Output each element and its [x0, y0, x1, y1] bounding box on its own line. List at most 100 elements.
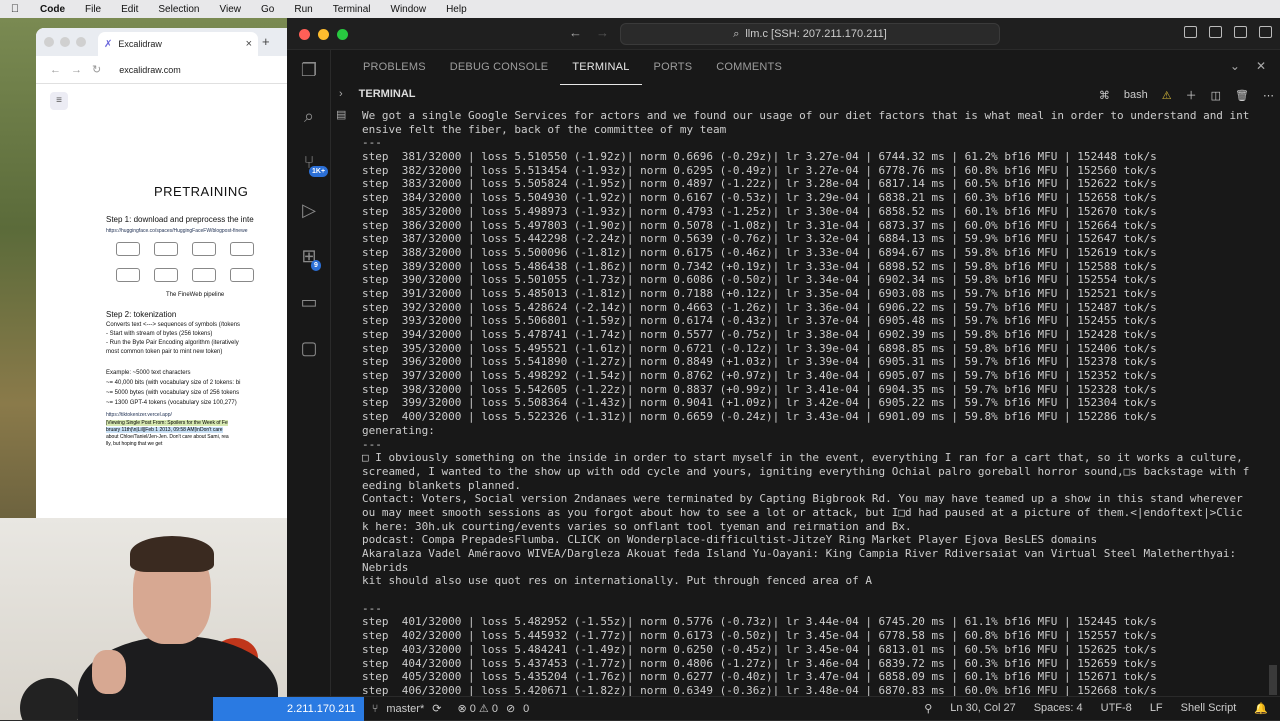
- terminal-header: › TERMINAL ⌘ bash ⚠ ＋ ◫ 🗑 ⋯: [331, 85, 1280, 103]
- nav-arrows: ← →: [569, 25, 609, 40]
- menu-terminal[interactable]: Terminal: [323, 4, 381, 15]
- hamburger-menu-icon[interactable]: ≡: [50, 92, 68, 110]
- notifications-icon[interactable]: 🔔: [1254, 702, 1268, 715]
- terminal-shell-name[interactable]: bash: [1124, 89, 1148, 101]
- toggle-secondary-sidebar-icon[interactable]: [1234, 26, 1247, 38]
- forward-icon[interactable]: →: [71, 64, 82, 76]
- new-terminal-icon[interactable]: ＋: [1186, 87, 1197, 103]
- terminal-line: step 387/32000 | loss 5.442298 (-2.24z)|…: [362, 232, 1262, 246]
- terminal-line: step 403/32000 | loss 5.484241 (-1.49z)|…: [362, 643, 1262, 657]
- close-tab-icon[interactable]: ×: [246, 38, 252, 50]
- zoom-icon[interactable]: ⚲: [924, 702, 932, 715]
- terminal-line: step 385/32000 | loss 5.498973 (-1.93z)|…: [362, 205, 1262, 219]
- remote-explorer-icon[interactable]: ▭: [297, 290, 321, 314]
- toggle-sidebar-icon[interactable]: [1184, 26, 1197, 38]
- go-forward-icon[interactable]: →: [596, 25, 609, 40]
- browser-tab-excalidraw[interactable]: ✗ Excalidraw ×: [98, 32, 258, 56]
- menu-window[interactable]: Window: [381, 4, 437, 15]
- command-center-search[interactable]: ⌕ llm.c [SSH: 207.211.170.211]: [620, 23, 1000, 45]
- terminal-scrollbar[interactable]: [1269, 665, 1277, 695]
- tab-comments[interactable]: COMMENTS: [704, 50, 794, 85]
- step1-link: https://huggingface.co/spaces/HuggingFac…: [106, 228, 247, 234]
- source-control-icon[interactable]: ⑂ 1K+: [297, 150, 321, 174]
- more-actions-icon[interactable]: ⋯: [1263, 89, 1274, 102]
- close-panel-icon[interactable]: ✕: [1256, 59, 1266, 73]
- search-view-icon[interactable]: ⌕: [297, 104, 321, 128]
- indentation[interactable]: Spaces: 4: [1034, 702, 1083, 715]
- vscode-traffic-lights: [299, 29, 348, 40]
- branch-icon: ⑂: [364, 703, 387, 715]
- kill-terminal-icon[interactable]: 🗑: [1235, 89, 1249, 102]
- terminal-output[interactable]: We got a single Google Services for acto…: [362, 109, 1262, 699]
- terminal-line: step 383/32000 | loss 5.505824 (-1.95z)|…: [362, 177, 1262, 191]
- url-field[interactable]: excalidraw.com: [119, 65, 181, 75]
- back-icon[interactable]: ←: [50, 64, 61, 76]
- language-mode[interactable]: Shell Script: [1181, 702, 1237, 715]
- menu-selection[interactable]: Selection: [148, 4, 209, 15]
- menu-help[interactable]: Help: [436, 4, 477, 15]
- step2-line: Converts text <---> sequences of symbols…: [106, 322, 240, 328]
- remote-indicator[interactable]: 2.211.170.211: [213, 697, 364, 721]
- terminal-line: k here: 30h.uk courting/events varies so…: [362, 520, 1262, 534]
- terminal-line: step 405/32000 | loss 5.435204 (-1.76z)|…: [362, 670, 1262, 684]
- terminal-line: step 396/32000 | loss 5.541890 (-1.27z)|…: [362, 355, 1262, 369]
- minimize-dot-icon[interactable]: [60, 37, 70, 47]
- menu-app-code[interactable]: Code: [30, 4, 75, 15]
- terminal-line: step 393/32000 | loss 5.506801 (-1.59z)|…: [362, 314, 1262, 328]
- encoding[interactable]: UTF-8: [1101, 702, 1132, 715]
- menu-view[interactable]: View: [210, 4, 252, 15]
- terminal-line: [362, 588, 1262, 602]
- status-bar-right: ⚲ Ln 30, Col 27 Spaces: 4 UTF-8 LF Shell…: [924, 702, 1268, 715]
- terminal-line: step 400/32000 | loss 5.522326 (-1.31z)|…: [362, 410, 1262, 424]
- menu-edit[interactable]: Edit: [111, 4, 148, 15]
- extensions-badge: 9: [311, 260, 321, 271]
- minimize-window-icon[interactable]: [318, 29, 329, 40]
- terminal-line: step 389/32000 | loss 5.486438 (-1.86z)|…: [362, 260, 1262, 274]
- terminal-line: step 402/32000 | loss 5.445932 (-1.77z)|…: [362, 629, 1262, 643]
- git-branch[interactable]: master*: [386, 703, 424, 715]
- comments-icon[interactable]: ▢: [297, 336, 321, 360]
- menu-go[interactable]: Go: [251, 4, 284, 15]
- split-terminal-icon[interactable]: ◫: [1211, 89, 1221, 102]
- apple-menu-icon[interactable]: : [0, 3, 30, 15]
- terminal-line: step 381/32000 | loss 5.510550 (-1.92z)|…: [362, 150, 1262, 164]
- new-tab-icon[interactable]: +: [262, 34, 270, 49]
- tab-problems[interactable]: PROBLEMS: [351, 50, 438, 85]
- terminal-line: step 388/32000 | loss 5.500096 (-1.81z)|…: [362, 246, 1262, 260]
- excalidraw-canvas[interactable]: ≡ PRETRAINING Step 1: download and prepr…: [36, 84, 288, 518]
- menu-run[interactable]: Run: [284, 4, 322, 15]
- close-dot-icon[interactable]: [44, 37, 54, 47]
- example-line: Example: ~5000 text characters: [106, 370, 191, 376]
- tab-ports[interactable]: PORTS: [642, 50, 705, 85]
- chevron-right-icon[interactable]: ›: [339, 88, 343, 100]
- tab-debug-console[interactable]: DEBUG CONSOLE: [438, 50, 561, 85]
- terminal-list-icon[interactable]: ▤: [336, 108, 346, 121]
- warning-icon[interactable]: ⚠: [1162, 89, 1172, 102]
- ports-count[interactable]: 0: [515, 703, 537, 715]
- reload-icon[interactable]: ↻: [92, 63, 101, 76]
- close-window-icon[interactable]: [299, 29, 310, 40]
- terminal-line: ou may meet smooth sessions as you forgo…: [362, 506, 1262, 520]
- line-ending[interactable]: LF: [1150, 702, 1163, 715]
- explorer-icon[interactable]: ❐: [297, 58, 321, 82]
- step2-heading: Step 2: tokenization: [106, 310, 176, 319]
- menu-file[interactable]: File: [75, 4, 111, 15]
- zoom-dot-icon[interactable]: [76, 37, 86, 47]
- terminal-line: Nebrids: [362, 561, 1262, 575]
- zoom-window-icon[interactable]: [337, 29, 348, 40]
- customize-layout-icon[interactable]: [1259, 26, 1272, 38]
- problems-indicator[interactable]: ⊗ 0 ⚠ 0: [449, 702, 505, 715]
- terminal-line: step 395/32000 | loss 5.495521 (-1.61z)|…: [362, 342, 1262, 356]
- toggle-panel-icon[interactable]: [1209, 26, 1222, 38]
- extensions-icon[interactable]: ⊞ 9: [297, 244, 321, 268]
- run-debug-icon[interactable]: ▷: [297, 198, 321, 222]
- chevron-down-icon[interactable]: ⌄: [1230, 59, 1240, 73]
- cursor-position[interactable]: Ln 30, Col 27: [950, 702, 1015, 715]
- step2-line: most common token pair to mint new token…: [106, 349, 222, 355]
- terminal-line: step 401/32000 | loss 5.482952 (-1.55z)|…: [362, 615, 1262, 629]
- go-back-icon[interactable]: ←: [569, 25, 582, 40]
- browser-address-bar: ← → ↻ excalidraw.com: [36, 56, 288, 84]
- sync-icon[interactable]: ⟳: [424, 702, 449, 715]
- tab-terminal[interactable]: TERMINAL: [560, 50, 641, 85]
- chair: [20, 678, 80, 720]
